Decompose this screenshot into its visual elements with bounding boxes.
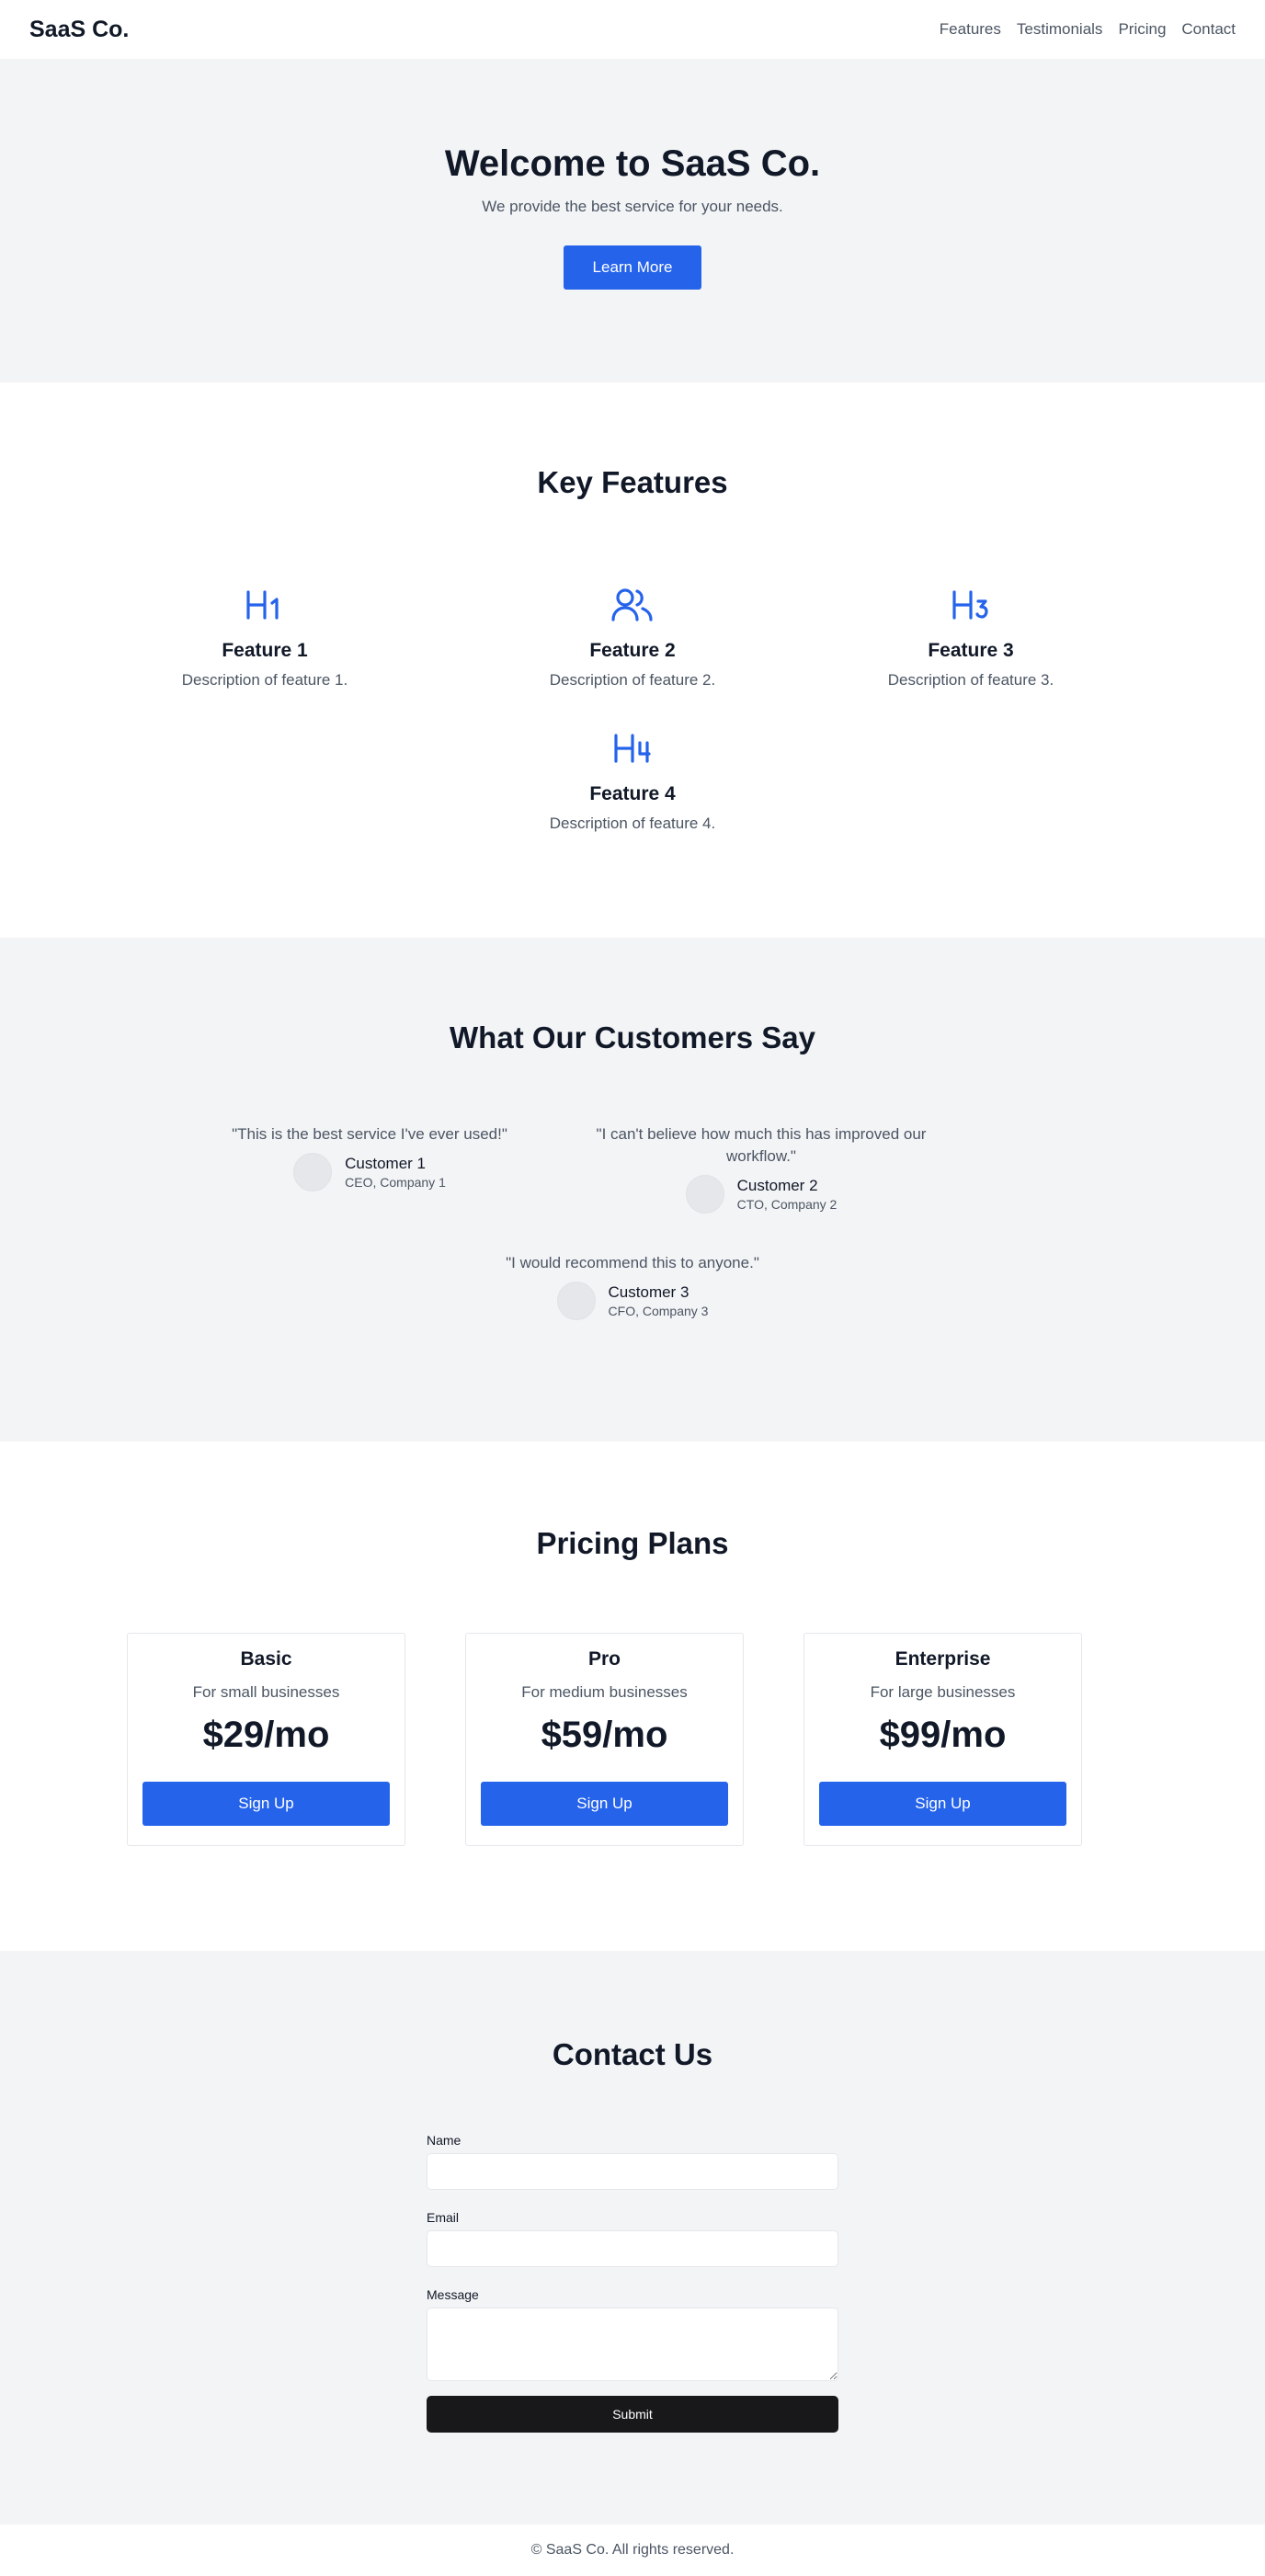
feature-description: Description of feature 2. xyxy=(549,671,716,689)
testimonial-card: "I would recommend this to anyone." Cust… xyxy=(449,1252,816,1320)
name-label: Name xyxy=(427,2133,462,2148)
avatar xyxy=(293,1153,333,1191)
features-section: Key Features Feature 1 Description of fe… xyxy=(0,382,1265,938)
author-name: Customer 3 xyxy=(608,1283,689,1301)
testimonial-quote: "I can't believe how much this has impro… xyxy=(596,1125,927,1165)
avatar xyxy=(556,1282,596,1320)
testimonial-author: Customer 1 CEO, Company 1 xyxy=(210,1153,530,1191)
hero-title: Welcome to SaaS Co. xyxy=(444,143,821,184)
nav-link-contact[interactable]: Contact xyxy=(1181,20,1236,39)
feature-title: Feature 2 xyxy=(589,640,676,661)
nav-link-features[interactable]: Features xyxy=(940,20,1001,39)
pricing-section: Pricing Plans Basic For small businesses… xyxy=(0,1442,1265,1951)
feature-description: Description of feature 4. xyxy=(549,815,716,832)
author-name: Customer 1 xyxy=(345,1155,427,1172)
sign-up-button[interactable]: Sign Up xyxy=(142,1782,390,1826)
plan-name: Pro xyxy=(587,1648,621,1670)
footer: © SaaS Co. All rights reserved. xyxy=(0,2525,1265,2576)
feature-title: Feature 3 xyxy=(928,640,1014,661)
top-nav: SaaS Co. Features Testimonials Pricing C… xyxy=(0,0,1265,59)
heading-1-icon xyxy=(127,585,403,625)
plan-description: For large businesses xyxy=(870,1683,1016,1701)
plan-price: $99/mo xyxy=(879,1715,1007,1755)
plan-name: Basic xyxy=(240,1648,292,1670)
feature-card: Feature 3 Description of feature 3. xyxy=(833,585,1109,690)
feature-card: Feature 2 Description of feature 2. xyxy=(495,585,770,690)
plan-price: $59/mo xyxy=(541,1715,668,1755)
pricing-card-basic: Basic For small businesses $29/mo Sign U… xyxy=(127,1633,405,1846)
learn-more-button[interactable]: Learn More xyxy=(564,245,701,290)
feature-title: Feature 1 xyxy=(222,640,308,661)
plan-name: Enterprise xyxy=(895,1648,991,1670)
sign-up-button[interactable]: Sign Up xyxy=(819,1782,1066,1826)
avatar xyxy=(685,1175,724,1214)
users-icon xyxy=(495,585,770,625)
feature-card: Feature 4 Description of feature 4. xyxy=(495,728,770,833)
feature-title: Feature 4 xyxy=(589,783,676,804)
contact-title: Contact Us xyxy=(552,2037,713,2071)
feature-description: Description of feature 3. xyxy=(887,671,1054,689)
testimonials-section: What Our Customers Say "This is the best… xyxy=(0,938,1265,1442)
features-title: Key Features xyxy=(537,465,728,499)
pricing-title: Pricing Plans xyxy=(536,1526,729,1560)
author-role: CFO, Company 3 xyxy=(608,1304,709,1318)
name-field[interactable] xyxy=(427,2153,838,2190)
nav-link-testimonials[interactable]: Testimonials xyxy=(1017,20,1103,39)
heading-3-icon xyxy=(833,585,1109,625)
testimonial-author: Customer 3 CFO, Company 3 xyxy=(449,1282,816,1320)
nav-links: Features Testimonials Pricing Contact xyxy=(940,20,1236,39)
testimonials-grid: "This is the best service I've ever used… xyxy=(127,1123,1138,1399)
pricing-plans: Basic For small businesses $29/mo Sign U… xyxy=(127,1633,1138,1890)
hero-subtitle: We provide the best service for your nee… xyxy=(482,198,783,215)
contact-section: Contact Us Name Email Message Submit xyxy=(0,1951,1265,2525)
pricing-card-enterprise: Enterprise For large businesses $99/mo S… xyxy=(803,1633,1082,1846)
email-field[interactable] xyxy=(427,2230,838,2267)
message-field[interactable] xyxy=(427,2308,838,2381)
hero-section: Welcome to SaaS Co. We provide the best … xyxy=(0,59,1265,382)
footer-text: © SaaS Co. All rights reserved. xyxy=(530,2542,735,2558)
testimonial-card: "This is the best service I've ever used… xyxy=(210,1123,530,1191)
testimonials-title: What Our Customers Say xyxy=(450,1020,815,1054)
author-role: CEO, Company 1 xyxy=(345,1175,446,1190)
features-grid: Feature 1 Description of feature 1. Feat… xyxy=(127,585,1138,879)
testimonial-quote: "I would recommend this to anyone." xyxy=(506,1254,759,1271)
plan-description: For medium businesses xyxy=(521,1683,688,1701)
testimonial-author: Customer 2 CTO, Company 2 xyxy=(581,1175,941,1214)
sign-up-button[interactable]: Sign Up xyxy=(481,1782,728,1826)
plan-price: $29/mo xyxy=(202,1715,330,1755)
plan-description: For small businesses xyxy=(192,1683,340,1701)
pricing-card-pro: Pro For medium businesses $59/mo Sign Up xyxy=(465,1633,744,1846)
nav-link-pricing[interactable]: Pricing xyxy=(1118,20,1166,39)
heading-4-icon xyxy=(495,728,770,769)
author-role: CTO, Company 2 xyxy=(736,1197,838,1212)
author-name: Customer 2 xyxy=(736,1177,818,1194)
testimonial-card: "I can't believe how much this has impro… xyxy=(581,1123,941,1214)
feature-description: Description of feature 1. xyxy=(181,671,348,689)
contact-form: Name Email Message Submit xyxy=(427,2133,838,2433)
submit-button[interactable]: Submit xyxy=(427,2396,838,2433)
testimonial-quote: "This is the best service I've ever used… xyxy=(232,1125,507,1143)
message-label: Message xyxy=(427,2287,479,2302)
email-label: Email xyxy=(427,2210,460,2225)
feature-card: Feature 1 Description of feature 1. xyxy=(127,585,403,690)
brand-logo[interactable]: SaaS Co. xyxy=(29,17,129,43)
